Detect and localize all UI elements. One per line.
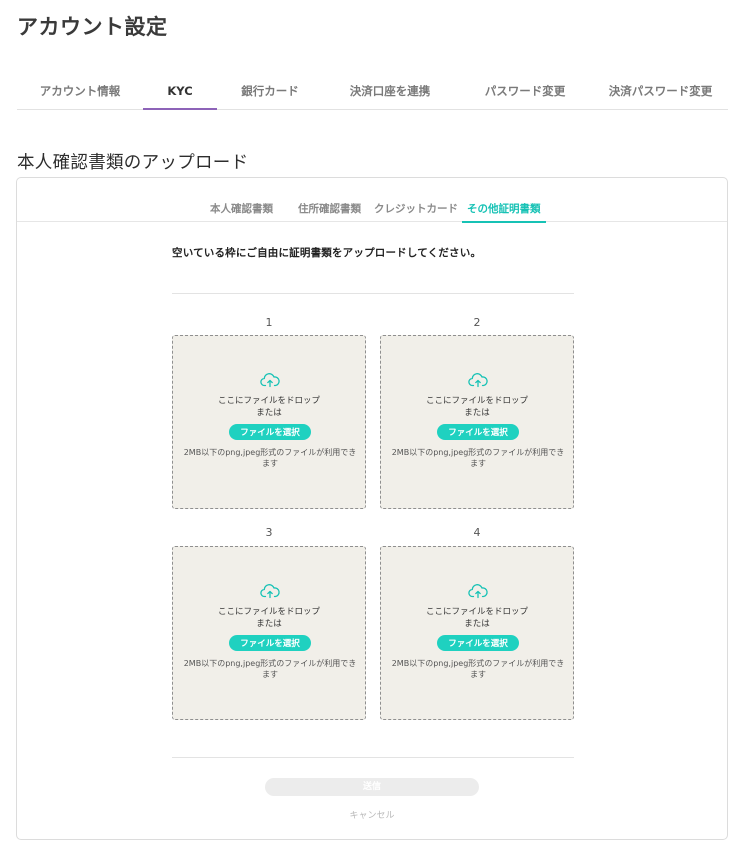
dropzone-2[interactable]: ここにファイルをドロップ または ファイルを選択 2MB以下のpng,jpeg形… bbox=[380, 335, 574, 509]
or-text: または bbox=[464, 408, 490, 418]
drop-text: ここにファイルをドロップ bbox=[217, 607, 320, 617]
main-tabs: アカウント情報 KYC 銀行カード 決済口座を連携 パスワード変更 決済パスワー… bbox=[17, 73, 728, 110]
file-requirement-note: 2MB以下のpng,jpeg形式のファイルが利用できます bbox=[391, 448, 565, 468]
tab-account-info[interactable]: アカウント情報 bbox=[17, 73, 143, 109]
divider-bottom bbox=[172, 757, 574, 758]
or-text: または bbox=[256, 408, 282, 418]
section-title: 本人確認書類のアップロード bbox=[17, 153, 249, 173]
subtab-identity-document[interactable]: 本人確認書類 bbox=[210, 198, 273, 222]
file-requirement-note: 2MB以下のpng,jpeg形式のファイルが利用できます bbox=[183, 448, 357, 468]
select-file-button-2[interactable]: ファイルを選択 bbox=[437, 424, 519, 440]
subtab-other-documents[interactable]: その他証明書類 bbox=[462, 198, 545, 223]
slot-number-1: 1 bbox=[265, 316, 273, 329]
cloud-upload-icon bbox=[260, 584, 280, 599]
upload-card: 本人確認書類 住所確認書類 クレジットカード その他証明書類 空いている枠にご自… bbox=[16, 177, 728, 840]
dropzone-4[interactable]: ここにファイルをドロップ または ファイルを選択 2MB以下のpng,jpeg形… bbox=[380, 546, 574, 720]
submit-button[interactable]: 送信 bbox=[265, 778, 479, 796]
cancel-link[interactable]: キャンセル bbox=[17, 808, 727, 821]
select-file-button-3[interactable]: ファイルを選択 bbox=[229, 635, 311, 651]
dropzone-3[interactable]: ここにファイルをドロップ または ファイルを選択 2MB以下のpng,jpeg形… bbox=[172, 546, 366, 720]
slot-number-3: 3 bbox=[265, 526, 273, 539]
file-requirement-note: 2MB以下のpng,jpeg形式のファイルが利用できます bbox=[391, 659, 565, 679]
cloud-upload-icon bbox=[468, 584, 488, 599]
tab-bank-card[interactable]: 銀行カード bbox=[217, 73, 323, 109]
page-title: アカウント設定 bbox=[17, 15, 168, 39]
drop-text: ここにファイルをドロップ bbox=[425, 607, 528, 617]
upload-instruction: 空いている枠にご自由に証明書類をアップロードしてください。 bbox=[172, 247, 482, 259]
or-text: または bbox=[464, 619, 490, 629]
drop-text: ここにファイルをドロップ bbox=[217, 396, 320, 406]
divider-top bbox=[172, 293, 574, 294]
tab-change-payment-password[interactable]: 決済パスワード変更 bbox=[593, 73, 728, 109]
slot-number-2: 2 bbox=[473, 316, 481, 329]
file-requirement-note: 2MB以下のpng,jpeg形式のファイルが利用できます bbox=[183, 659, 357, 679]
document-type-tabs: 本人確認書類 住所確認書類 クレジットカード その他証明書類 bbox=[17, 198, 727, 223]
tab-change-password[interactable]: パスワード変更 bbox=[457, 73, 593, 109]
or-text: または bbox=[256, 619, 282, 629]
dropzone-1[interactable]: ここにファイルをドロップ または ファイルを選択 2MB以下のpng,jpeg形… bbox=[172, 335, 366, 509]
subtab-address-document[interactable]: 住所確認書類 bbox=[298, 198, 361, 222]
drop-text: ここにファイルをドロップ bbox=[425, 396, 528, 406]
slot-number-4: 4 bbox=[473, 526, 481, 539]
tab-link-payment-account[interactable]: 決済口座を連携 bbox=[323, 73, 457, 109]
select-file-button-1[interactable]: ファイルを選択 bbox=[229, 424, 311, 440]
cloud-upload-icon bbox=[260, 373, 280, 388]
tab-kyc[interactable]: KYC bbox=[143, 73, 217, 110]
select-file-button-4[interactable]: ファイルを選択 bbox=[437, 635, 519, 651]
subtab-credit-card[interactable]: クレジットカード bbox=[374, 198, 458, 222]
cloud-upload-icon bbox=[468, 373, 488, 388]
